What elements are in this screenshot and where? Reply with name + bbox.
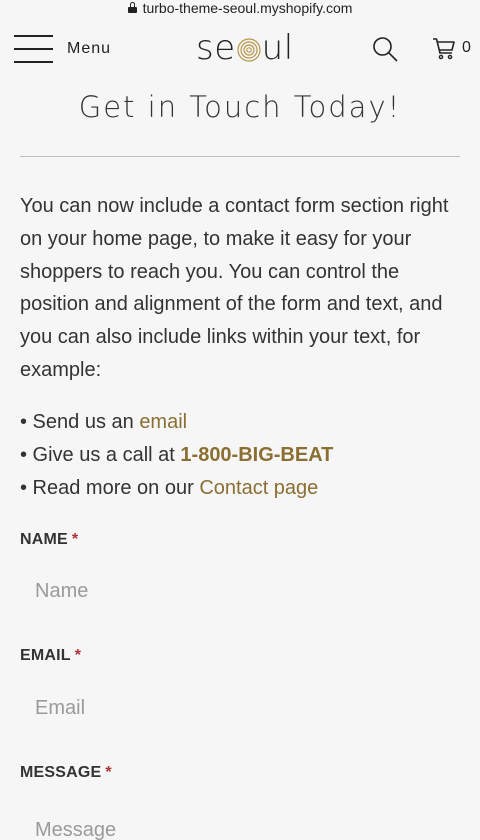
required-mark: * [105,764,112,781]
list-item-text: • Read more on our [20,476,200,499]
cart-count: 0 [462,39,471,56]
name-label: NAME * [20,531,78,549]
url-text: turbo-theme-seoul.myshopify.com [142,0,353,16]
required-mark: * [74,647,82,664]
contact-links-list: • Send us an email • Give us a call at 1… [20,406,460,504]
page-title: Get in Touch Today! [78,90,402,124]
menu-button[interactable]: Menu [14,34,111,64]
hamburger-icon [14,34,53,64]
list-item: • Give us a call at 1-800-BIG-BEAT [20,439,460,472]
menu-label: Menu [67,40,112,57]
list-item: • Read more on our Contact page [20,472,460,505]
contact-page-link[interactable]: Contact page [199,477,318,499]
list-item-text: • Send us an [20,411,140,433]
message-field[interactable] [20,803,460,840]
logo-text-right: ul [261,28,294,68]
search-icon[interactable] [372,36,398,62]
site-header: Menu se ul 0 [0,24,480,74]
address-bar[interactable]: turbo-theme-seoul.myshopify.com [0,0,480,16]
logo-rings-icon [237,38,261,62]
phone-link[interactable]: 1-800-BIG-BEAT [180,444,333,466]
name-field[interactable] [20,564,460,618]
title-divider [20,156,460,157]
email-label: EMAIL * [20,647,81,665]
email-link[interactable]: email [139,411,187,433]
cart-button[interactable]: 0 [432,36,471,60]
list-item: • Send us an email [20,406,460,439]
required-mark: * [71,531,79,548]
name-label-text: NAME [20,531,68,548]
message-label-text: MESSAGE [20,764,102,781]
email-label-text: EMAIL [20,647,71,664]
logo-text-left: se [196,28,236,68]
message-label: MESSAGE * [20,764,112,782]
lock-icon [127,1,137,13]
list-item-text: • Give us a call at [20,443,181,466]
site-logo[interactable]: se ul [196,28,294,68]
email-field[interactable] [20,681,460,735]
intro-paragraph: You can now include a contact form secti… [20,195,449,381]
cart-icon [433,38,455,60]
